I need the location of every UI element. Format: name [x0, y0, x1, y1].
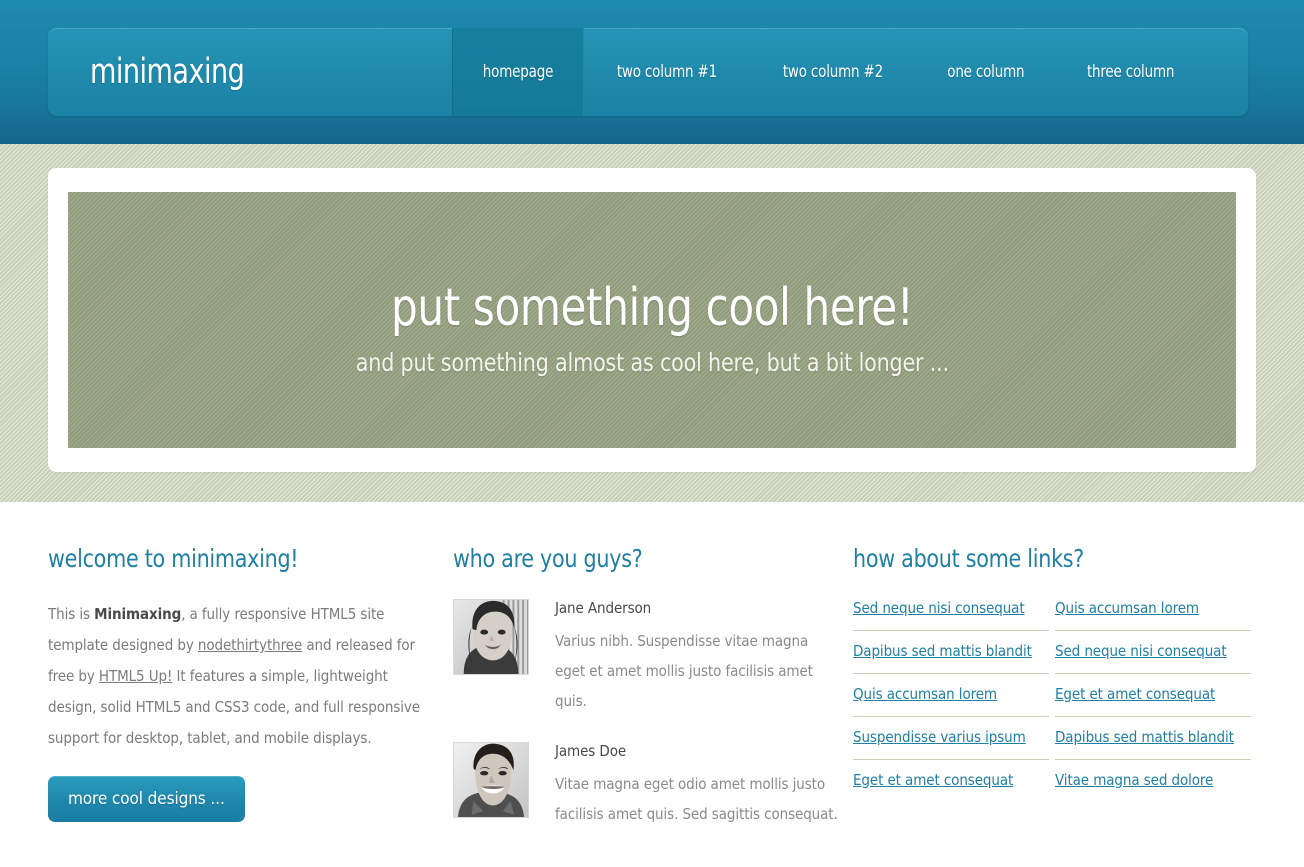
nav-item-one-column-label: one column — [946, 62, 1025, 82]
link-nodethirtythree[interactable]: nodethirtythree — [198, 636, 302, 654]
nav-item-two-column-1-label: two column #1 — [616, 62, 717, 82]
nav-item-homepage[interactable]: homepage — [452, 28, 584, 116]
banner-image-area: put something cool here! and put somethi… — [68, 192, 1236, 448]
link-right-4[interactable]: Dapibus sed mattis blandit — [1055, 728, 1234, 746]
links-heading: how about some links? — [853, 544, 1085, 573]
list-item: Dapibus sed mattis blandit — [1055, 728, 1251, 760]
link-right-3[interactable]: Eget et amet consequat — [1055, 685, 1215, 703]
list-item: Eget et amet consequat — [1055, 685, 1251, 717]
banner-frame: put something cool here! and put somethi… — [48, 168, 1256, 472]
list-item: Jane Anderson Varius nibh. Suspendisse v… — [453, 599, 838, 716]
link-html5up[interactable]: HTML5 Up! — [99, 667, 172, 685]
banner-section: put something cool here! and put somethi… — [0, 144, 1304, 502]
link-left-3[interactable]: Quis accumsan lorem — [853, 685, 997, 703]
list-item: James Doe Vitae magna eget odio amet mol… — [453, 742, 838, 829]
welcome-bold-1: Minimaxing — [94, 605, 182, 623]
header-bar: minimaxing homepage two column #1 two co… — [0, 0, 1304, 144]
list-item: Sed neque nisi consequat — [1055, 642, 1251, 674]
main-content: welcome to minimaxing! This is Minimaxin… — [0, 502, 1304, 867]
list-item: Vitae magna sed dolore — [1055, 771, 1251, 790]
column-links: how about some links? Sed neque nisi con… — [838, 544, 1256, 867]
main-navigation: homepage two column #1 two column #2 one… — [452, 28, 1248, 116]
list-item: Quis accumsan lorem — [853, 685, 1049, 717]
nav-item-three-column[interactable]: three column — [1055, 28, 1206, 116]
list-item: Quis accumsan lorem — [1055, 599, 1251, 631]
profile-body: Jane Anderson Varius nibh. Suspendisse v… — [555, 599, 838, 716]
people-heading: who are you guys? — [453, 544, 643, 573]
nav-item-two-column-1[interactable]: two column #1 — [584, 28, 750, 116]
link-left-5[interactable]: Eget et amet consequat — [853, 771, 1013, 789]
banner-subtitle: and put something almost as cool here, b… — [355, 347, 949, 377]
nav-item-homepage-label: homepage — [482, 62, 554, 82]
link-right-1[interactable]: Quis accumsan lorem — [1055, 599, 1199, 617]
links-list-right: Quis accumsan lorem Sed neque nisi conse… — [1055, 599, 1251, 790]
profile-body: James Doe Vitae magna eget odio amet mol… — [555, 742, 838, 829]
header-panel: minimaxing homepage two column #1 two co… — [48, 28, 1248, 116]
profile-name: James Doe — [555, 742, 627, 760]
links-grid: Sed neque nisi consequat Dapibus sed mat… — [853, 599, 1256, 790]
avatar-james-doe — [453, 742, 529, 818]
site-logo[interactable]: minimaxing — [48, 28, 452, 116]
list-item: Suspendisse varius ipsum — [853, 728, 1049, 760]
link-right-5[interactable]: Vitae magna sed dolore — [1055, 771, 1213, 789]
banner-title: put something cool here! — [390, 278, 914, 339]
links-list-left: Sed neque nisi consequat Dapibus sed mat… — [853, 599, 1049, 790]
link-left-1[interactable]: Sed neque nisi consequat — [853, 599, 1025, 617]
nav-item-three-column-label: three column — [1087, 62, 1175, 82]
profile-name: Jane Anderson — [555, 599, 652, 617]
column-people: who are you guys? Jane Anderson Varius n… — [438, 544, 838, 867]
link-right-2[interactable]: Sed neque nisi consequat — [1055, 642, 1227, 660]
list-item: Sed neque nisi consequat — [853, 599, 1049, 631]
nav-item-two-column-2-label: two column #2 — [782, 62, 883, 82]
links-column-right: Quis accumsan lorem Sed neque nisi conse… — [1055, 599, 1251, 790]
profile-description: Varius nibh. Suspendisse vitae magna ege… — [555, 632, 813, 710]
welcome-text-1: This is — [48, 605, 95, 623]
avatar-jane-anderson — [453, 599, 529, 675]
welcome-paragraph: This is Minimaxing, a fully responsive H… — [48, 599, 438, 754]
links-column-left: Sed neque nisi consequat Dapibus sed mat… — [853, 599, 1049, 790]
column-welcome: welcome to minimaxing! This is Minimaxin… — [48, 544, 438, 867]
link-left-2[interactable]: Dapibus sed mattis blandit — [853, 642, 1032, 660]
nav-item-two-column-2[interactable]: two column #2 — [750, 28, 916, 116]
list-item: Eget et amet consequat — [853, 771, 1049, 790]
welcome-heading: welcome to minimaxing! — [48, 544, 299, 573]
link-left-4[interactable]: Suspendisse varius ipsum — [853, 728, 1026, 746]
site-logo-text: minimaxing — [90, 52, 245, 92]
nav-item-one-column[interactable]: one column — [916, 28, 1056, 116]
more-cool-designs-button[interactable]: more cool designs ... — [48, 776, 245, 822]
list-item: Dapibus sed mattis blandit — [853, 642, 1049, 674]
profile-description: Vitae magna eget odio amet mollis justo … — [555, 775, 838, 823]
